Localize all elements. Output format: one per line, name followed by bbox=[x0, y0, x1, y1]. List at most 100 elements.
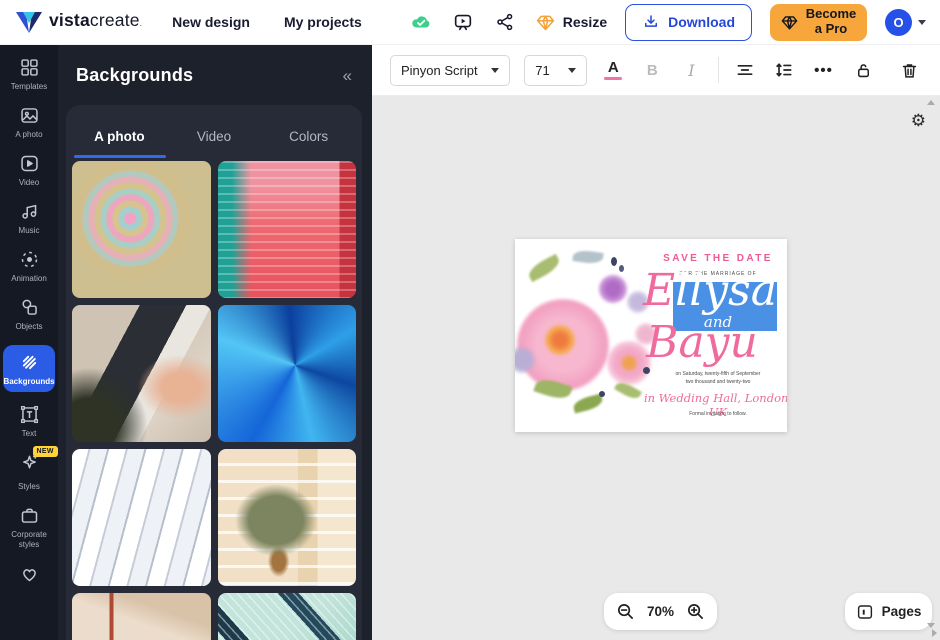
zoom-out-icon bbox=[617, 603, 633, 620]
tab-video[interactable]: Video bbox=[167, 129, 262, 144]
resize-label: Resize bbox=[562, 14, 608, 30]
font-size-select[interactable]: 71 bbox=[524, 54, 587, 86]
sidebar-label: Templates bbox=[10, 82, 48, 91]
download-button[interactable]: Download bbox=[625, 3, 752, 41]
card-footer-text[interactable]: Formal invitation to follow. bbox=[643, 411, 787, 417]
thumbnail-grid bbox=[72, 161, 356, 640]
panel-tabs: A photo Video Colors bbox=[72, 111, 356, 161]
font-family-select[interactable]: Pinyon Script bbox=[390, 54, 511, 86]
line-spacing-icon bbox=[776, 63, 792, 77]
panel-title: Backgrounds bbox=[76, 65, 194, 85]
backgrounds-stripes-icon bbox=[22, 355, 36, 370]
music-note-icon bbox=[21, 204, 36, 219]
nav-new-design[interactable]: New design bbox=[172, 14, 250, 30]
panel-body: A photo Video Colors bbox=[66, 105, 362, 640]
sidebar-item-styles[interactable]: NEW Styles bbox=[0, 446, 58, 492]
delete-button[interactable] bbox=[896, 55, 922, 85]
canvas-area[interactable]: ⚙ SAVE THE DATE FOR THE MARRIAGE OF Elly… bbox=[372, 96, 940, 640]
text-align-button[interactable] bbox=[733, 55, 758, 85]
sidebar-label: Objects bbox=[15, 322, 43, 331]
photo-icon bbox=[20, 108, 38, 123]
nav-my-projects[interactable]: My projects bbox=[284, 14, 362, 30]
sidebar-label: Animation bbox=[11, 274, 47, 283]
objects-shapes-icon bbox=[21, 299, 37, 315]
top-bar: vistacreate. New design My projects Resi… bbox=[0, 0, 940, 45]
zoom-in-icon bbox=[688, 603, 704, 620]
background-thumbnail[interactable] bbox=[72, 305, 211, 442]
zoom-in-button[interactable] bbox=[686, 602, 705, 621]
bold-button[interactable]: B bbox=[640, 55, 665, 85]
page-settings-gear-icon[interactable]: ⚙ bbox=[911, 112, 926, 129]
sidebar-item-text[interactable]: Text bbox=[0, 404, 58, 439]
line-spacing-button[interactable] bbox=[772, 55, 797, 85]
sidebar-item-backgrounds[interactable]: Backgrounds bbox=[3, 345, 55, 392]
text-color-button[interactable]: A bbox=[601, 55, 626, 85]
tab-colors[interactable]: Colors bbox=[261, 129, 356, 144]
color-swatch bbox=[604, 76, 623, 81]
zoom-level: 70% bbox=[646, 604, 675, 619]
chevron-down-icon bbox=[918, 19, 926, 25]
scrollbar-down-arrow[interactable] bbox=[927, 623, 935, 628]
sidebar-item-music[interactable]: Music bbox=[0, 201, 58, 236]
card-title: SAVE THE DATE bbox=[663, 253, 773, 264]
avatar[interactable]: O bbox=[885, 8, 912, 36]
sidebar-item-objects[interactable]: Objects bbox=[0, 297, 58, 332]
sidebar-item-corporate-styles[interactable]: Corporate styles bbox=[0, 505, 58, 550]
toolbar-divider bbox=[717, 57, 719, 83]
collapse-panel-icon[interactable]: « bbox=[343, 67, 352, 84]
background-thumbnail[interactable] bbox=[217, 449, 356, 586]
sidebar-label: Music bbox=[18, 226, 40, 235]
briefcase-icon bbox=[21, 508, 37, 523]
background-thumbnail[interactable] bbox=[217, 593, 356, 640]
text-toolbar: Pinyon Script 71 A B I ••• bbox=[372, 45, 940, 96]
chevron-down-icon bbox=[567, 67, 576, 73]
sidebar-label: Styles bbox=[18, 482, 40, 491]
pages-icon bbox=[857, 604, 872, 619]
saved-cloud-check-icon bbox=[409, 10, 433, 34]
design-page[interactable]: SAVE THE DATE FOR THE MARRIAGE OF Ellysa… bbox=[515, 239, 787, 432]
pages-button[interactable]: Pages bbox=[845, 593, 932, 630]
background-thumbnail[interactable] bbox=[217, 305, 356, 442]
sidebar-item-favorites[interactable] bbox=[0, 563, 58, 584]
background-thumbnail[interactable] bbox=[72, 161, 211, 298]
download-icon bbox=[645, 15, 658, 27]
active-tab-underline bbox=[74, 155, 166, 158]
app-window: vistacreate. New design My projects Resi… bbox=[0, 0, 940, 640]
sidebar-label: Video bbox=[18, 178, 40, 187]
text-frame-icon bbox=[20, 405, 38, 424]
left-rail: Templates A photo Video Music Animation … bbox=[0, 45, 58, 640]
card-name2-text[interactable]: Bayu bbox=[627, 321, 777, 365]
gem-icon bbox=[536, 15, 554, 30]
italic-button[interactable]: I bbox=[679, 55, 704, 85]
more-options-button[interactable]: ••• bbox=[811, 55, 836, 85]
account-menu[interactable]: O bbox=[885, 8, 926, 36]
scrollbar-right-arrow[interactable] bbox=[932, 629, 937, 637]
selected-text: llysa bbox=[675, 265, 777, 316]
sidebar-item-a-photo[interactable]: A photo bbox=[0, 105, 58, 140]
chevron-down-icon bbox=[491, 67, 500, 73]
card-date-text[interactable]: on Saturday, twenty-fifth of September tw… bbox=[643, 371, 787, 386]
present-icon[interactable] bbox=[451, 10, 475, 34]
zoom-controls: 70% bbox=[604, 593, 717, 630]
become-pro-button[interactable]: Become a Pro bbox=[770, 3, 867, 41]
scrollbar-up-arrow[interactable] bbox=[927, 100, 935, 105]
sidebar-item-video[interactable]: Video bbox=[0, 153, 58, 188]
background-thumbnail[interactable] bbox=[72, 593, 211, 640]
resize-button[interactable]: Resize bbox=[535, 12, 607, 33]
background-thumbnail[interactable] bbox=[217, 161, 356, 298]
vistacreate-logo[interactable]: vistacreate. bbox=[16, 10, 142, 34]
tab-a-photo[interactable]: A photo bbox=[72, 129, 167, 144]
new-badge: NEW bbox=[32, 446, 58, 457]
sidebar-label: A photo bbox=[15, 130, 43, 139]
video-play-icon bbox=[20, 155, 38, 172]
share-icon[interactable] bbox=[493, 10, 517, 34]
unlock-icon bbox=[857, 63, 869, 77]
sidebar-item-templates[interactable]: Templates bbox=[0, 57, 58, 92]
lock-button[interactable] bbox=[850, 55, 876, 85]
workspace: Pinyon Script 71 A B I ••• ⚙ SAVE THE DA… bbox=[372, 45, 940, 640]
card-name1-text[interactable]: Ellysa bbox=[635, 269, 785, 313]
sidebar-item-animation[interactable]: Animation bbox=[0, 249, 58, 284]
background-thumbnail[interactable] bbox=[72, 449, 211, 586]
zoom-out-button[interactable] bbox=[616, 602, 635, 621]
sidebar-label: Text bbox=[21, 429, 37, 438]
